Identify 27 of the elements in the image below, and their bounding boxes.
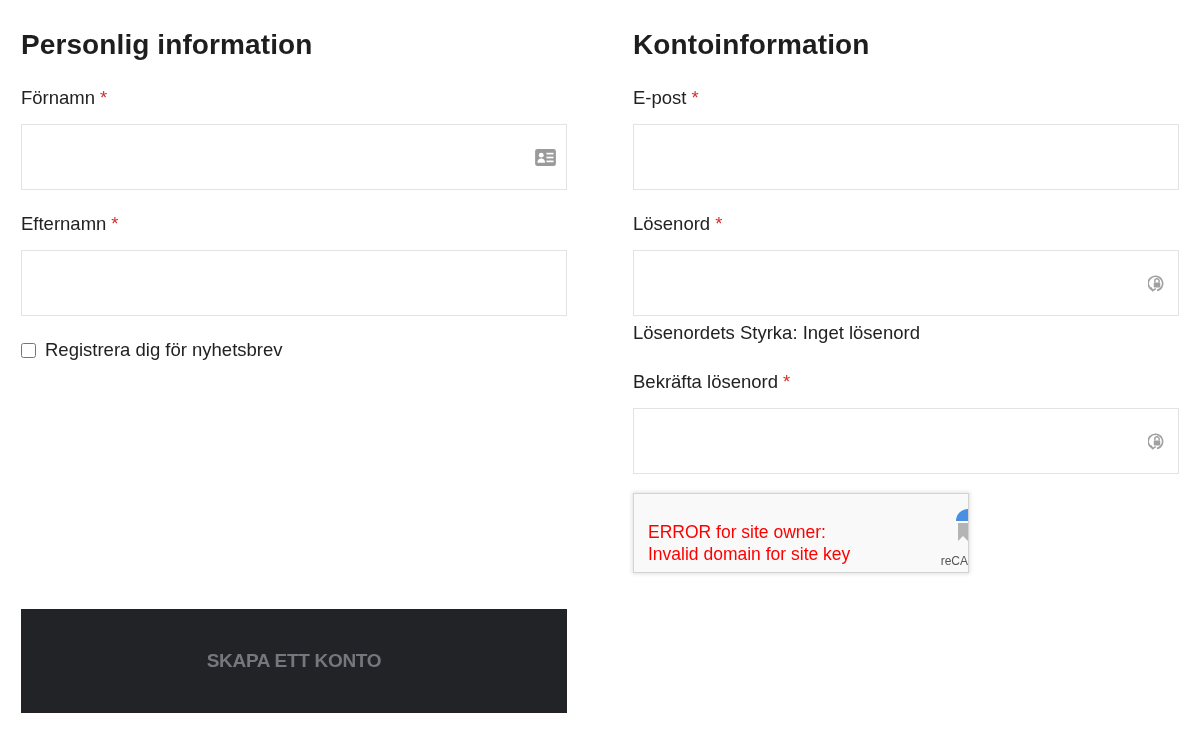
required-mark: *	[691, 86, 699, 110]
password-strength-text: Lösenordets Styrka: Inget lösenord	[633, 321, 920, 345]
password-field[interactable]	[633, 250, 1179, 316]
field-label: Efternamn	[21, 212, 107, 236]
input-field[interactable]	[633, 124, 1179, 190]
input-field[interactable]	[21, 250, 567, 316]
captcha-logo-icon	[954, 507, 968, 543]
password-field[interactable]	[633, 408, 1179, 474]
create-account-button[interactable]: SKAPA ETT KONTO	[21, 609, 567, 713]
required-mark: *	[100, 86, 108, 110]
required-mark: *	[111, 212, 119, 236]
required-mark: *	[715, 212, 723, 236]
required-mark: *	[783, 370, 791, 394]
contact-card-icon	[535, 149, 556, 166]
input-field[interactable]	[21, 124, 567, 190]
section-heading: Personlig information	[21, 28, 313, 62]
lock-refresh-icon	[1148, 432, 1166, 451]
captcha-brand-text: reCA	[940, 554, 968, 568]
captcha-error-text: ERROR for site owner: Invalid domain for site key	[647, 521, 851, 566]
section-heading: Kontoinformation	[633, 28, 870, 62]
newsletter-checkbox[interactable]	[21, 342, 36, 358]
field-label: Bekräfta lösenord	[633, 370, 778, 394]
field-label: Förnamn	[21, 86, 96, 110]
lock-refresh-icon	[1148, 274, 1166, 293]
checkbox-label: Registrera dig för nyhetsbrev	[45, 338, 283, 362]
field-label: E-post	[633, 86, 687, 110]
field-label: Lösenord	[633, 212, 711, 236]
